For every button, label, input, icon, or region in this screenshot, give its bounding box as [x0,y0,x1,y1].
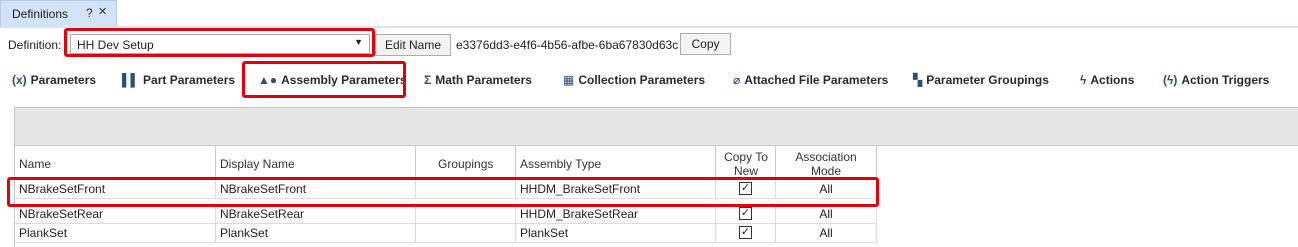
document-tab-strip: Definitions ? ✕ [0,0,1298,28]
tab-actions[interactable]: ϟ Actions [1080,70,1134,90]
close-icon[interactable]: ✕ [98,5,107,18]
column-header-label: Name [19,157,52,171]
sigma-icon: Σ [424,73,432,87]
tab-collection-parameters-label: Collection Parameters [578,73,706,87]
highlight-selected-row [7,177,879,207]
highlight-assembly-parameters [242,61,406,98]
variable-icon: (x) [12,73,27,87]
tab-attached-file-parameters[interactable]: ⌀ Attached File Parameters [733,70,888,90]
tab-action-triggers-label: Action Triggers [1181,73,1270,87]
definition-id: e3376dd3-e4f6-4b56-afbe-6ba67830d63c [456,38,679,52]
column-header-label: Association Mode [795,150,857,178]
tab-actions-label: Actions [1090,73,1135,87]
cell-copy-to-new: ✓ [716,205,776,224]
tab-collection-parameters[interactable]: ▦ Collection Parameters [563,70,705,90]
paperclip-icon: ⌀ [733,73,741,87]
tab-parameters-label: Parameters [30,73,97,87]
copy-button[interactable]: Copy [680,33,731,55]
cell-groupings[interactable] [416,224,516,243]
grid-header: Name Display Name Groupings Assembly Typ… [15,146,1298,180]
help-icon[interactable]: ? [86,6,93,20]
tab-part-parameters-label: Part Parameters [143,73,236,87]
cell-association-mode[interactable]: All [776,205,877,224]
edit-name-button[interactable]: Edit Name [375,34,451,56]
part-icon: ▌▌ [122,73,140,87]
column-header-name[interactable]: Name [15,146,216,180]
cell-name[interactable]: PlankSet [15,224,216,243]
cell-assembly-type[interactable]: PlankSet [516,224,716,243]
collection-icon: ▦ [563,73,575,87]
tab-math-parameters-label: Math Parameters [435,73,532,87]
column-header-label: Copy To New [724,150,768,178]
column-header-copy-to-new[interactable]: Copy To New [716,146,776,180]
tab-attached-file-parameters-label: Attached File Parameters [744,73,889,87]
column-header-label: Groupings [438,157,494,171]
column-header-assembly-type[interactable]: Assembly Type [516,146,716,180]
cell-display-name[interactable]: NBrakeSetRear [216,205,416,224]
lightning-icon: ϟ [1080,73,1087,87]
cell-association-mode[interactable]: All [776,224,877,243]
tab-parameters[interactable]: (x) Parameters [12,70,96,90]
column-header-groupings[interactable]: Groupings [416,146,516,180]
groupings-icon: ▚ [913,73,923,87]
column-header-display-name[interactable]: Display Name [216,146,416,180]
tab-math-parameters[interactable]: Σ Math Parameters [424,70,532,90]
column-header-label: Assembly Type [520,157,602,171]
tab-part-parameters[interactable]: ▌▌ Part Parameters [122,70,235,90]
action-trigger-icon: (ϟ) [1163,73,1178,87]
tab-parameter-groupings[interactable]: ▚ Parameter Groupings [913,70,1049,90]
cell-assembly-type[interactable]: HHDM_BrakeSetRear [516,205,716,224]
column-header-association-mode[interactable]: Association Mode [776,146,877,180]
table-row[interactable]: PlankSet PlankSet PlankSet ✓ All [15,224,1298,243]
copy-to-new-checkbox[interactable]: ✓ [739,207,752,221]
highlight-definition-select [64,28,375,57]
column-header-label: Display Name [220,157,295,171]
copy-to-new-checkbox[interactable]: ✓ [739,226,752,240]
tab-definitions[interactable]: Definitions ? ✕ [0,0,117,27]
definition-label: Definition: [8,38,62,52]
cell-name[interactable]: NBrakeSetRear [15,205,216,224]
tab-action-triggers[interactable]: (ϟ) Action Triggers [1163,70,1269,90]
cell-display-name[interactable]: PlankSet [216,224,416,243]
tab-title: Definitions [12,7,69,21]
group-by-panel[interactable] [15,108,1298,146]
tab-parameter-groupings-label: Parameter Groupings [926,73,1049,87]
cell-groupings[interactable] [416,205,516,224]
cell-copy-to-new: ✓ [716,224,776,243]
table-row[interactable]: NBrakeSetRear NBrakeSetRear HHDM_BrakeSe… [15,205,1298,224]
